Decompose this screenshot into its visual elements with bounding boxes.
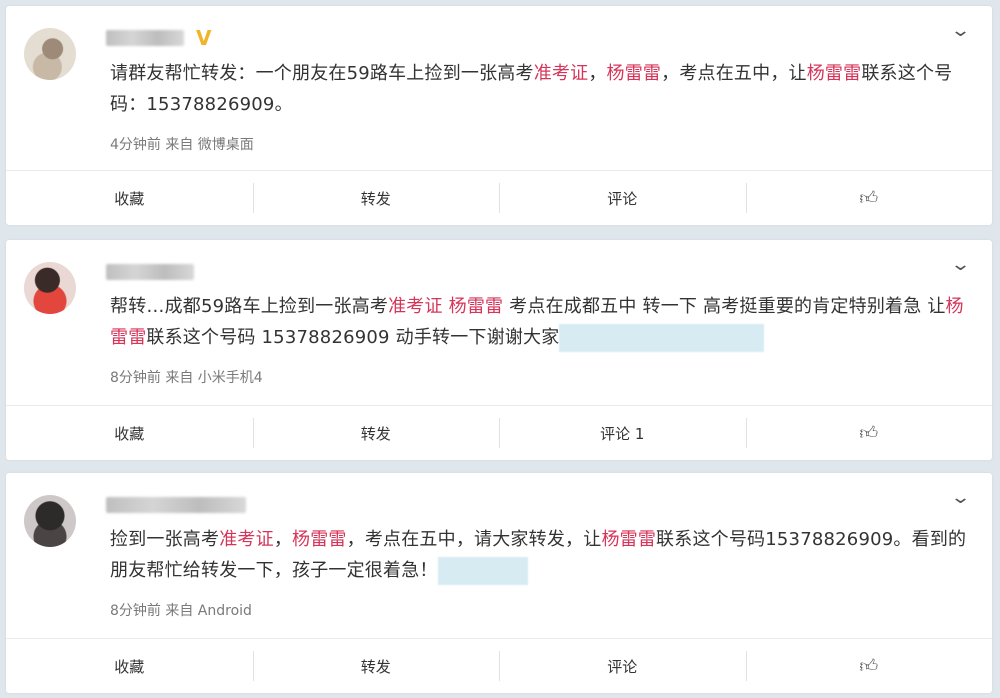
verified-badge-icon: V (196, 26, 212, 50)
post-text: 捡到一张高考准考证，杨雷雷，考点在五中，请大家转发，让杨雷雷联系这个号码1537… (110, 524, 974, 586)
favorite-button[interactable]: 收藏 (6, 171, 253, 225)
comment-button[interactable]: 评论 (499, 639, 746, 693)
comment-button[interactable]: 评论 1 (499, 406, 746, 460)
username-blurred[interactable] (106, 497, 246, 513)
avatar[interactable] (24, 28, 76, 80)
action-bar: 收藏 转发 评论 1 👍︎ (6, 405, 992, 460)
thumbs-up-icon: 👍︎ (859, 188, 879, 209)
highlighted-keyword[interactable]: 准考证 (219, 529, 274, 550)
action-bar: 收藏 转发 评论 👍︎ (6, 170, 992, 225)
favorite-button[interactable]: 收藏 (6, 406, 253, 460)
text-segment: 联系这个号码 15378826909 动手转一下谢谢大家 (146, 327, 560, 348)
highlighted-keyword[interactable]: 杨雷雷 (607, 63, 662, 84)
chevron-down-icon[interactable]: ⌄ (950, 487, 971, 508)
redacted-emoji (437, 557, 528, 585)
avatar[interactable] (24, 262, 76, 314)
text-segment: ，考点在五中，让 (661, 63, 807, 84)
highlighted-keyword[interactable]: 杨雷雷 (292, 529, 347, 550)
text-segment: ， (588, 63, 607, 84)
post-meta: 4分钟前 来自 微博桌面 (110, 137, 254, 153)
username-blurred[interactable] (106, 30, 184, 46)
action-bar: 收藏 转发 评论 👍︎ (6, 638, 992, 693)
repost-button[interactable]: 转发 (252, 406, 500, 460)
text-segment: ， (273, 529, 293, 550)
post-meta: 8分钟前 来自 小米手机4 (110, 370, 263, 386)
repost-button[interactable]: 转发 (252, 639, 500, 693)
favorite-button[interactable]: 收藏 (6, 639, 253, 693)
weibo-post: ⌄ 帮转…成都59路车上捡到一张高考准考证 杨雷雷 考点在成都五中 转一下 高考… (6, 240, 992, 460)
repost-button[interactable]: 转发 (252, 171, 500, 225)
like-button[interactable]: 👍︎ (745, 171, 993, 225)
like-button[interactable]: 👍︎ (745, 406, 993, 460)
like-button[interactable]: 👍︎ (745, 639, 993, 693)
text-segment: ，考点在五中，请大家转发，让 (346, 529, 602, 550)
post-text: 请群友帮忙转发：一个朋友在59路车上捡到一张高考准考证，杨雷雷，考点在五中，让杨… (110, 58, 974, 120)
post-meta: 8分钟前 来自 Android (110, 603, 252, 619)
weibo-post: ⌄ 捡到一张高考准考证，杨雷雷，考点在五中，请大家转发，让杨雷雷联系这个号码15… (6, 473, 992, 693)
highlighted-keyword[interactable]: 杨雷雷 (601, 529, 656, 550)
avatar[interactable] (24, 495, 76, 547)
thumbs-up-icon: 👍︎ (859, 656, 879, 677)
redacted-emoji (559, 324, 765, 352)
thumbs-up-icon: 👍︎ (859, 423, 879, 444)
text-segment: 请群友帮忙转发：一个朋友在59路车上捡到一张高考 (110, 63, 534, 84)
text-segment: 考点在成都五中 转一下 高考挺重要的肯定特别着急 让 (503, 296, 946, 317)
chevron-down-icon[interactable]: ⌄ (950, 254, 971, 275)
highlighted-keyword[interactable]: 准考证 (388, 296, 443, 317)
chevron-down-icon[interactable]: ⌄ (950, 20, 971, 41)
highlighted-keyword[interactable]: 杨雷雷 (807, 63, 862, 84)
post-text: 帮转…成都59路车上捡到一张高考准考证 杨雷雷 考点在成都五中 转一下 高考挺重… (110, 291, 974, 353)
weibo-post: V ⌄ 请群友帮忙转发：一个朋友在59路车上捡到一张高考准考证，杨雷雷，考点在五… (6, 6, 992, 225)
text-segment: 捡到一张高考 (110, 529, 220, 550)
username-blurred[interactable] (106, 264, 194, 280)
comment-button[interactable]: 评论 (499, 171, 746, 225)
highlighted-keyword[interactable]: 杨雷雷 (449, 296, 504, 317)
highlighted-keyword[interactable]: 准考证 (534, 63, 589, 84)
text-segment: 帮转…成都59路车上捡到一张高考 (110, 296, 389, 317)
